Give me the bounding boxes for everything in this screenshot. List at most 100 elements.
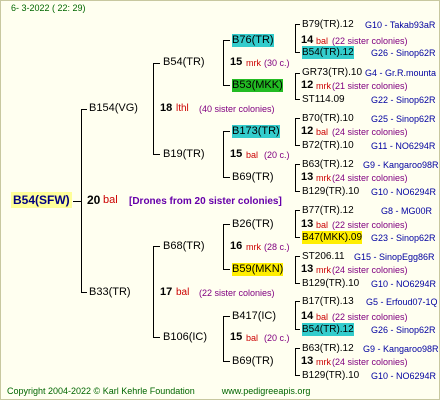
- connector: [295, 145, 300, 146]
- gen4-info: G23 - Sinop62R: [371, 233, 436, 243]
- connector: [223, 224, 224, 270]
- connector: [295, 301, 300, 302]
- connector: [73, 201, 81, 202]
- gen3-mark: mrk: [316, 81, 331, 91]
- gen2-num: 15: [230, 56, 243, 68]
- connector: [295, 348, 300, 349]
- gen4-queen[interactable]: B129(TR).10: [302, 369, 359, 382]
- gen4-info: G10 - NO6294R: [371, 371, 437, 381]
- gen4-queen[interactable]: B72(TR).10: [302, 139, 354, 152]
- gen3-queen[interactable]: B59(MKN): [232, 263, 284, 276]
- connector: [295, 99, 300, 100]
- gen2-num: 16: [230, 240, 243, 252]
- gen2-note: (30 c.): [264, 58, 290, 68]
- connector: [153, 63, 160, 64]
- gen4-info: G22 - Sinop62R: [371, 95, 436, 105]
- gen4-queen[interactable]: B79(TR).12: [302, 18, 354, 31]
- gen3-queen[interactable]: B173(TR): [232, 125, 280, 138]
- site-link[interactable]: www.pedigreeapis.org: [222, 386, 311, 396]
- gen2-num: 15: [230, 148, 243, 160]
- gen4-queen[interactable]: B17(TR).13: [302, 295, 354, 308]
- connector: [295, 375, 300, 376]
- gen2-num: 15: [230, 331, 243, 343]
- gen4-info: G10 - NO6294R: [371, 279, 437, 289]
- gen4-queen[interactable]: ST206.11: [302, 250, 345, 263]
- gen3-num: 13: [301, 171, 314, 183]
- gen3-num: 13: [301, 263, 314, 275]
- gen3-mark: mrk: [316, 173, 331, 183]
- connector: [223, 131, 230, 132]
- connector: [223, 85, 230, 86]
- gen4-queen[interactable]: B54(TR).12: [302, 46, 354, 59]
- gen4-queen[interactable]: ST114.09: [302, 93, 345, 106]
- gen3-note: (24 sister colonies): [332, 357, 408, 367]
- gen4-queen[interactable]: B54(TR).12: [302, 323, 354, 336]
- gen3-num: 12: [301, 125, 314, 137]
- gen3-queen[interactable]: B26(TR): [232, 218, 274, 231]
- connector: [295, 191, 300, 192]
- connector: [81, 109, 82, 293]
- gen3-mark: mrk: [316, 265, 331, 275]
- gen4-queen[interactable]: B63(TR).12: [302, 342, 354, 355]
- gen1-mark: bal: [176, 287, 190, 298]
- gen3-note: (21 sister colonies): [332, 81, 408, 91]
- gen3-queen[interactable]: B69(TR): [232, 355, 274, 368]
- gen4-queen[interactable]: B47(MKK).09: [302, 231, 363, 244]
- gen2-queen[interactable]: B19(TR): [163, 148, 205, 161]
- gen3-note: (24 sister colonies): [332, 127, 408, 137]
- connector: [223, 177, 230, 178]
- gen3-note: (24 sister colonies): [332, 173, 408, 183]
- gen4-info: G26 - Sinop62R: [371, 325, 436, 335]
- gen1-mark: lthl: [176, 103, 189, 114]
- gen4-queen[interactable]: B70(TR).10: [302, 112, 354, 125]
- gen3-mark: mrk: [316, 357, 331, 367]
- connector: [295, 118, 300, 119]
- gen2-mark: bal: [246, 333, 259, 343]
- root-num: 20: [87, 193, 101, 207]
- gen2-mark: bal: [246, 150, 259, 160]
- root-queen[interactable]: B54(SFW): [11, 192, 72, 208]
- gen2-note: (20 c.): [264, 150, 290, 160]
- gen4-queen[interactable]: B63(TR).12: [302, 158, 354, 171]
- connector: [223, 40, 224, 86]
- gen3-queen[interactable]: B53(MKK): [232, 79, 283, 92]
- gen2-queen[interactable]: B106(IC): [163, 331, 207, 344]
- connector: [295, 210, 300, 211]
- connector: [223, 131, 224, 178]
- gen2-note: (20 c.): [264, 333, 290, 343]
- gen4-queen[interactable]: GR73(TR).10: [302, 66, 362, 79]
- gen3-queen[interactable]: B76(TR): [232, 34, 274, 47]
- gen4-queen[interactable]: B129(TR).10: [302, 277, 359, 290]
- gen3-queen[interactable]: B417(IC): [232, 310, 276, 323]
- gen4-queen[interactable]: B77(TR).12: [302, 204, 354, 217]
- connector: [223, 40, 230, 41]
- gen2-mark: mrk: [246, 242, 261, 252]
- connector: [295, 118, 296, 146]
- connector: [295, 164, 300, 165]
- connector: [153, 63, 154, 155]
- connector: [295, 237, 300, 238]
- gen1-queen[interactable]: B154(VG): [89, 102, 138, 115]
- gen4-info: G25 - Sinop62R: [371, 114, 436, 124]
- connector: [295, 301, 296, 330]
- connector: [295, 73, 296, 100]
- connector: [295, 348, 296, 376]
- gen2-queen[interactable]: B54(TR): [163, 56, 205, 69]
- connector: [295, 256, 300, 257]
- gen4-queen[interactable]: B129(TR).10: [302, 185, 359, 198]
- connector: [295, 164, 296, 192]
- connector: [223, 269, 230, 270]
- connector: [153, 337, 160, 338]
- gen1-num: 18: [160, 102, 173, 114]
- gen3-queen[interactable]: B69(TR): [232, 171, 274, 184]
- connector: [295, 24, 296, 53]
- gen3-num: 12: [301, 79, 314, 91]
- gen1-queen[interactable]: B33(TR): [89, 286, 131, 299]
- gen3-num: 13: [301, 218, 314, 230]
- gen4-info: G5 - Erfoud07-1Q: [366, 297, 438, 307]
- gen4-info: G10 - NO6294R: [371, 187, 437, 197]
- gen2-queen[interactable]: B68(TR): [163, 240, 205, 253]
- gen2-mark: mrk: [246, 58, 261, 68]
- gen4-info: G26 - Sinop62R: [371, 48, 436, 58]
- connector: [295, 256, 296, 284]
